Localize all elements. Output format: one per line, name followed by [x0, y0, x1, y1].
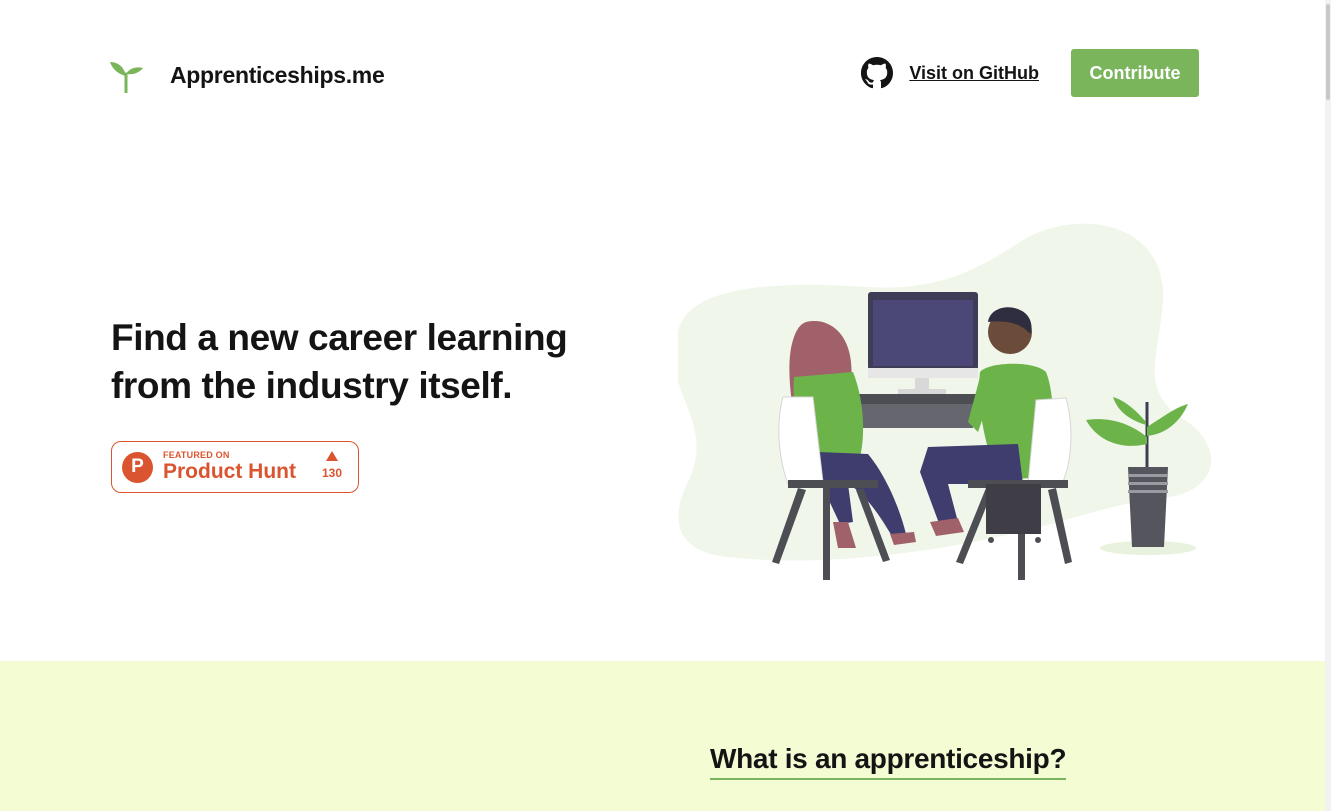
scrollbar-thumb[interactable] — [1326, 4, 1330, 100]
product-hunt-upvotes: 130 — [322, 451, 342, 480]
upvote-count: 130 — [321, 466, 342, 480]
github-link-label: Visit on GitHub — [909, 62, 1039, 83]
page-scrollbar[interactable] — [1325, 0, 1331, 811]
sprout-icon — [109, 57, 143, 93]
github-link[interactable]: Visit on GitHub — [861, 57, 1039, 89]
hero-illustration — [668, 222, 1228, 592]
what-is-section: What is an apprenticeship? — [0, 661, 1325, 811]
product-hunt-name: Product Hunt — [163, 460, 296, 483]
contribute-button[interactable]: Contribute — [1071, 49, 1199, 97]
brand-name: Apprenticeships.me — [170, 61, 385, 88]
section-title: What is an apprenticeship? — [710, 742, 1067, 780]
brand-link[interactable]: Apprenticeships.me — [109, 57, 385, 93]
product-hunt-logo-icon: P — [122, 451, 153, 483]
product-hunt-badge[interactable]: P FEATURED ON Product Hunt 130 — [111, 441, 359, 493]
page: Apprenticeships.me Visit on GitHub Contr… — [0, 0, 1325, 811]
upvote-arrow-icon — [325, 451, 338, 461]
header-nav: Visit on GitHub Contribute — [861, 49, 1199, 97]
product-hunt-text: FEATURED ON Product Hunt — [163, 450, 296, 484]
github-icon — [861, 57, 909, 89]
hero-title: Find a new career learning from the indu… — [111, 317, 568, 406]
product-hunt-featured-label: FEATURED ON — [163, 450, 230, 460]
